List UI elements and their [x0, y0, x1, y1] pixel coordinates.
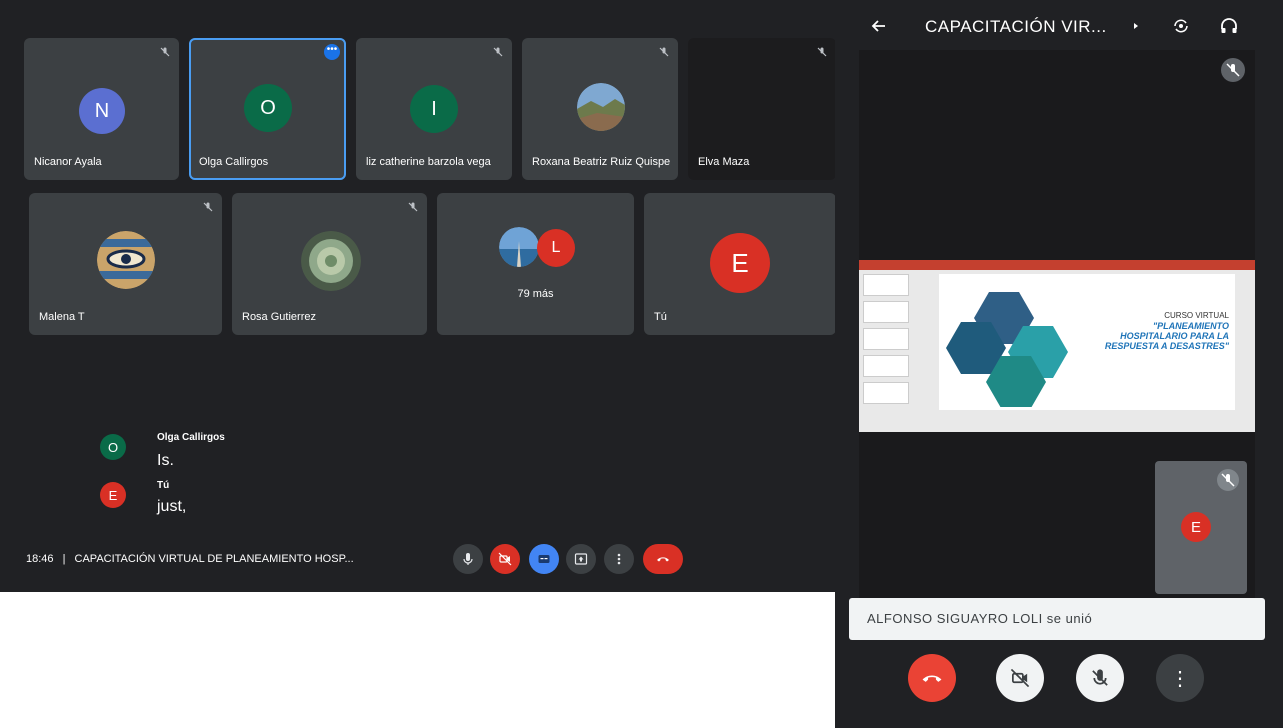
switch-camera-icon[interactable]	[1171, 16, 1191, 36]
mic-off-icon	[1217, 469, 1239, 491]
self-view-tile[interactable]: E	[1155, 461, 1247, 594]
more-options-icon[interactable]: •••	[324, 44, 340, 60]
present-button[interactable]	[566, 544, 596, 574]
end-call-icon	[922, 675, 942, 682]
avatar-succulent-photo	[301, 231, 361, 291]
mic-button[interactable]	[453, 544, 483, 574]
slide-thumbnail[interactable]	[863, 301, 909, 323]
participant-name: Elva Maza	[698, 156, 750, 168]
avatar-eye-of-horus-photo	[97, 231, 155, 289]
mic-off-icon	[408, 202, 418, 212]
join-notification: ALFONSO SIGUAYRO LOLI se unió	[849, 598, 1265, 640]
more-options-button[interactable]	[604, 544, 634, 574]
participant-name: liz catherine barzola vega	[366, 156, 491, 168]
chevron-right-icon[interactable]	[1131, 16, 1141, 36]
mobile-meeting-panel: CAPACITACIÓN VIR... CURSO VIRTUAL "PLANE…	[835, 0, 1283, 728]
more-vert-icon	[617, 553, 621, 565]
slide-thumbnails	[863, 274, 913, 428]
present-icon	[574, 553, 588, 565]
participant-tile[interactable]: Rosa Gutierrez	[232, 193, 427, 335]
caption-text: Is.	[157, 452, 174, 469]
mic-off-icon	[203, 202, 213, 212]
meeting-title: CAPACITACIÓN VIR...	[925, 17, 1107, 36]
bottom-bar: 18:46 | CAPACITACIÓN VIRTUAL DE PLANEAMI…	[0, 536, 845, 586]
headphones-icon[interactable]	[1219, 16, 1239, 36]
mic-off-icon	[659, 47, 669, 57]
meeting-time: 18:46	[26, 553, 54, 565]
camera-off-icon	[1010, 668, 1030, 688]
back-arrow-icon[interactable]	[869, 16, 889, 36]
mic-icon	[463, 553, 473, 565]
avatar: L	[537, 229, 575, 267]
participant-tile[interactable]: Elva Maza	[688, 38, 836, 180]
mic-off-icon	[160, 47, 170, 57]
slide-thumbnail[interactable]	[863, 274, 909, 296]
mic-off-icon	[1092, 669, 1108, 686]
caption-avatar: O	[100, 434, 126, 460]
avatar: N	[79, 88, 125, 134]
participant-name: Nicanor Ayala	[34, 156, 102, 168]
participant-tile[interactable]: Malena T	[29, 193, 222, 335]
captions-button[interactable]	[529, 544, 559, 574]
camera-off-button[interactable]	[996, 654, 1044, 702]
self-tile[interactable]: E Tú	[644, 193, 836, 335]
leave-call-button[interactable]	[643, 544, 683, 574]
meeting-window: N Nicanor Ayala ••• O Olga Callirgos I l…	[0, 0, 845, 592]
slide-title: "PLANEAMIENTO HOSPITALARIO PARA LA RESPU…	[1104, 321, 1229, 351]
caption-speaker: Olga Callirgos	[157, 432, 225, 443]
caption-speaker: Tú	[157, 480, 170, 491]
slide-thumbnail[interactable]	[863, 355, 909, 377]
mic-off-icon	[1221, 58, 1245, 82]
participant-tile[interactable]: I liz catherine barzola vega	[356, 38, 512, 180]
mic-off-icon	[817, 47, 827, 57]
end-call-button[interactable]	[908, 654, 956, 702]
separator: |	[62, 553, 66, 565]
slide-subtitle: CURSO VIRTUAL	[1164, 311, 1229, 320]
avatar-pier-photo	[499, 227, 539, 267]
slide-thumbnail[interactable]	[863, 328, 909, 350]
participant-name: Olga Callirgos	[199, 156, 269, 168]
participant-tile[interactable]: ••• O Olga Callirgos	[189, 38, 346, 180]
end-call-icon	[657, 557, 669, 562]
participant-name: Tú	[654, 311, 667, 323]
camera-off-button[interactable]	[490, 544, 520, 574]
participant-name: Malena T	[39, 311, 85, 323]
meeting-title: CAPACITACIÓN VIRTUAL DE PLANEAMIENTO HOS…	[74, 553, 354, 565]
mic-off-icon	[493, 47, 503, 57]
caption-avatar: E	[100, 482, 126, 508]
more-participants-tile[interactable]: L 79 más	[437, 193, 634, 335]
avatar: I	[410, 85, 458, 133]
more-participants-count: 79 más	[517, 288, 554, 300]
participant-name: Roxana Beatriz Ruiz Quispe	[532, 156, 671, 168]
avatar: E	[1181, 512, 1211, 542]
caption-text: just,	[157, 498, 187, 515]
slide-toolbar	[859, 260, 1255, 270]
slide-thumbnail[interactable]	[863, 382, 909, 404]
avatar: O	[244, 84, 292, 132]
hexagon-graphic	[946, 292, 1068, 407]
avatar: E	[710, 233, 770, 293]
participant-tile[interactable]: Roxana Beatriz Ruiz Quispe	[522, 38, 678, 180]
meeting-info: 18:46 | CAPACITACIÓN VIRTUAL DE PLANEAMI…	[26, 553, 354, 565]
presentation-slide: CURSO VIRTUAL "PLANEAMIENTO HOSPITALARIO…	[859, 260, 1255, 432]
camera-off-icon	[498, 552, 512, 566]
participant-tile[interactable]: N Nicanor Ayala	[24, 38, 179, 180]
more-options-button[interactable]: ⋮	[1156, 654, 1204, 702]
slide-page: CURSO VIRTUAL "PLANEAMIENTO HOSPITALARIO…	[939, 274, 1235, 410]
avatar-landscape-photo	[577, 83, 625, 131]
captions-icon	[538, 555, 550, 563]
participant-name: Rosa Gutierrez	[242, 311, 316, 323]
mic-off-button[interactable]	[1076, 654, 1124, 702]
